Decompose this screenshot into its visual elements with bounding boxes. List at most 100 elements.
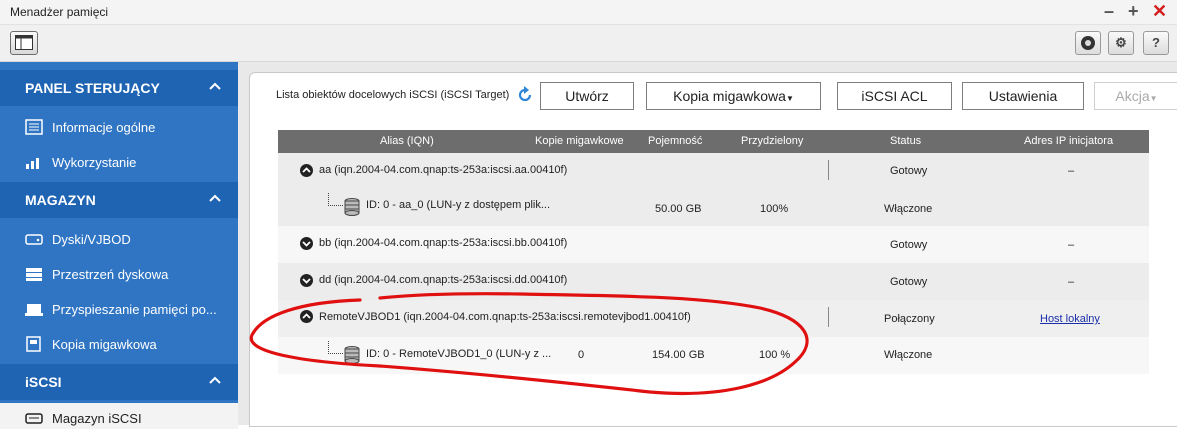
host-local-link[interactable]: Host lokalny — [1040, 313, 1100, 325]
sidebar-item-label: Wykorzystanie — [52, 155, 137, 170]
caret-down-icon: ▼ — [785, 94, 794, 103]
table-header: Alias (IQN) Kopie migawkowe Pojemność Pr… — [278, 130, 1149, 153]
tree-connector — [328, 341, 343, 354]
sidebar-item-snapshot[interactable]: Kopia migawkowa — [0, 329, 238, 359]
snapshot-button-label: Kopia migawkowa — [673, 88, 786, 104]
lun-snapshots: 0 — [578, 349, 585, 361]
app-toolbar: ⚙ ? — [0, 25, 1177, 62]
sidebar-item-label: Magazyn iSCSI — [52, 411, 142, 426]
lun-allocated: 100 % — [759, 349, 791, 361]
table-row[interactable]: RemoteVJBOD1 (iqn.2004-04.com.qnap:ts-25… — [278, 300, 1149, 337]
table-row[interactable]: bb (iqn.2004-04.com.qnap:ts-253a:iscsi.b… — [278, 226, 1149, 263]
chevron-up-icon — [209, 194, 221, 202]
lun-alias: ID: 0 - aa_0 (LUN-y z dostępem plik... — [366, 199, 551, 211]
sidebar-item-label: Przestrzeń dyskowa — [52, 267, 169, 282]
disk-icon — [1081, 36, 1095, 50]
chevron-up-icon — [209, 376, 221, 384]
sidebar-item-overview[interactable]: Informacje ogólne — [0, 112, 238, 142]
initiator-ip: – — [1068, 239, 1075, 251]
table-row[interactable]: ID: 0 - RemoteVJBOD1_0 (LUN-y z ... 0 15… — [278, 337, 1149, 374]
bar-chart-icon — [26, 158, 39, 169]
gear-icon: ⚙ — [1115, 35, 1127, 50]
target-status: Połączony — [884, 313, 935, 325]
help-icon: ? — [1152, 35, 1160, 50]
collapse-icon[interactable] — [300, 164, 313, 177]
iscsi-acl-button[interactable]: iSCSI ACL — [837, 82, 952, 110]
sidebar-item-label: Kopia migawkowa — [52, 337, 157, 352]
storage-icon-button[interactable] — [1075, 31, 1101, 55]
cache-icon — [25, 304, 43, 316]
target-list-label: Lista obiektów docelowych iSCSI (iSCSI T… — [276, 89, 510, 101]
acl-button-label: iSCSI ACL — [861, 88, 928, 104]
collapse-icon[interactable] — [300, 310, 313, 323]
expand-icon[interactable] — [300, 274, 313, 287]
target-alias: bb (iqn.2004-04.com.qnap:ts-253a:iscsi.b… — [319, 237, 568, 249]
iscsi-storage-icon — [25, 413, 43, 424]
column-divider — [828, 160, 829, 180]
sidebar-section-storage[interactable]: MAGAZYN — [0, 182, 238, 218]
sidebar-section-label: MAGAZYN — [25, 192, 96, 208]
table-row[interactable]: ID: 0 - aa_0 (LUN-y z dostępem plik... 5… — [278, 189, 1149, 226]
sidebar-section-label: PANEL STERUJĄCY — [25, 80, 160, 96]
create-button-label: Utwórz — [565, 88, 609, 104]
column-header-allocated[interactable]: Przydzielony — [741, 135, 803, 147]
close-icon[interactable]: ✕ — [1152, 1, 1167, 21]
create-button[interactable]: Utwórz — [540, 82, 634, 110]
initiator-ip: – — [1068, 276, 1075, 288]
table-row[interactable]: dd (iqn.2004-04.com.qnap:ts-253a:iscsi.d… — [278, 263, 1149, 300]
lun-status: Włączone — [884, 203, 933, 215]
chevron-up-icon — [209, 82, 221, 90]
tree-connector — [328, 193, 343, 206]
column-header-initiator-ip[interactable]: Adres IP inicjatora — [1024, 135, 1113, 147]
snapshot-dropdown-button[interactable]: Kopia migawkowa▼ — [646, 82, 821, 110]
sidebar-item-iscsi-storage[interactable]: Magazyn iSCSI — [0, 403, 238, 429]
lun-capacity: 154.00 GB — [652, 349, 705, 361]
target-alias: RemoteVJBOD1 (iqn.2004-04.com.qnap:ts-25… — [319, 311, 691, 323]
title-bar: Menadżer pamięci – + ✕ — [0, 0, 1177, 25]
sidebar-item-disks[interactable]: Dyski/VJBOD — [0, 224, 238, 254]
action-button-label: Akcja — [1115, 88, 1150, 104]
refresh-icon[interactable] — [516, 86, 534, 104]
sidebar-item-usage[interactable]: Wykorzystanie — [0, 147, 238, 177]
settings-tab-button[interactable]: Ustawienia — [962, 82, 1084, 110]
column-header-alias[interactable]: Alias (IQN) — [380, 135, 434, 147]
sidebar-item-storage-space[interactable]: Przestrzeń dyskowa — [0, 259, 238, 289]
expand-icon[interactable] — [300, 237, 313, 250]
help-button[interactable]: ? — [1143, 31, 1169, 55]
column-header-capacity[interactable]: Pojemność — [648, 135, 702, 147]
sidebar-section-iscsi[interactable]: iSCSI — [0, 364, 238, 400]
snapshot-icon — [26, 336, 41, 352]
settings-button[interactable]: ⚙ — [1108, 31, 1134, 55]
target-alias: dd (iqn.2004-04.com.qnap:ts-253a:iscsi.d… — [319, 274, 568, 286]
lun-alias: ID: 0 - RemoteVJBOD1_0 (LUN-y z ... — [366, 348, 552, 360]
window-title: Menadżer pamięci — [10, 5, 109, 19]
minimize-icon[interactable]: – — [1104, 1, 1114, 21]
initiator-ip: – — [1068, 165, 1075, 177]
database-icon — [344, 346, 360, 364]
column-header-snapshots[interactable]: Kopie migawkowe — [535, 135, 624, 147]
sidebar-section-label: iSCSI — [25, 374, 62, 390]
lun-allocated: 100% — [760, 203, 789, 215]
settings-button-label: Ustawienia — [988, 88, 1058, 104]
column-header-status[interactable]: Status — [890, 135, 921, 147]
lun-status: Włączone — [884, 349, 933, 361]
caret-down-icon: ▼ — [1149, 94, 1158, 103]
layout-toggle-button[interactable] — [10, 31, 38, 55]
sidebar-item-label: Informacje ogólne — [52, 120, 156, 135]
target-alias: aa (iqn.2004-04.com.qnap:ts-253a:iscsi.a… — [319, 164, 568, 176]
overview-icon — [25, 119, 43, 135]
target-status: Gotowy — [890, 165, 928, 177]
sidebar-section-control-panel[interactable]: PANEL STERUJĄCY — [0, 70, 238, 106]
storage-pool-icon — [26, 268, 42, 281]
target-status: Gotowy — [890, 276, 928, 288]
table-row[interactable]: aa (iqn.2004-04.com.qnap:ts-253a:iscsi.a… — [278, 153, 1149, 189]
maximize-icon[interactable]: + — [1128, 1, 1139, 21]
disk-drive-icon — [25, 234, 43, 245]
sidebar-item-label: Przyspieszanie pamięci po... — [52, 302, 217, 317]
sidebar-item-label: Dyski/VJBOD — [52, 232, 131, 247]
lun-capacity: 50.00 GB — [655, 203, 702, 215]
sidebar: PANEL STERUJĄCY Informacje ogólne Wykorz… — [0, 62, 238, 429]
target-status: Gotowy — [890, 239, 928, 251]
action-dropdown-button[interactable]: Akcja▼ — [1094, 82, 1177, 110]
sidebar-item-cache-acceleration[interactable]: Przyspieszanie pamięci po... — [0, 294, 238, 324]
